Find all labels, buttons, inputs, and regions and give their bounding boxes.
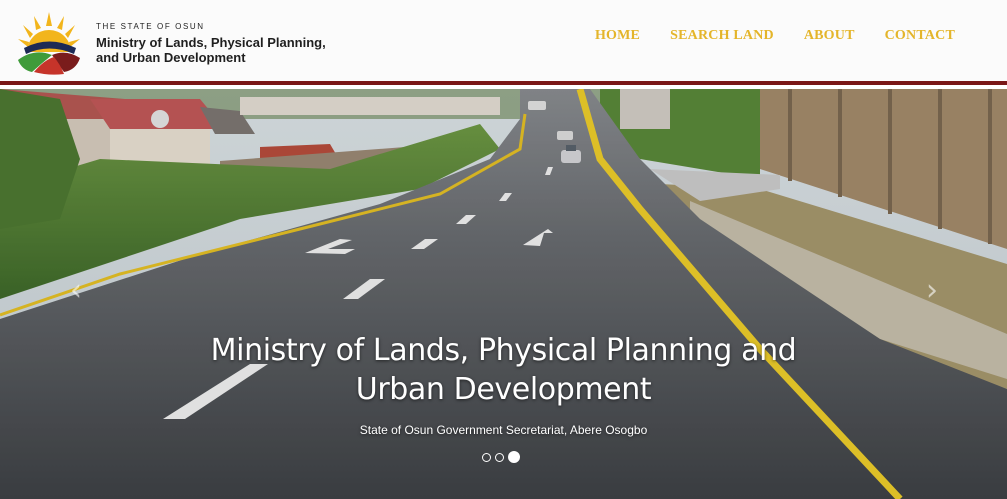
nav-home[interactable]: HOME xyxy=(595,28,640,44)
hero-title: Ministry of Lands, Physical Planning and… xyxy=(150,331,857,409)
site-header: THE STATE OF OSUN Ministry of Lands, Phy… xyxy=(0,0,1007,85)
hero-carousel: ‹ › Ministry of Lands, Physical Planning… xyxy=(0,89,1007,499)
osun-sun-logo-icon xyxy=(18,12,80,75)
nav-search-land[interactable]: SEARCH LAND xyxy=(670,28,774,44)
hero-subtitle: State of Osun Government Secretariat, Ab… xyxy=(359,423,648,437)
main-nav: HOME SEARCH LAND ABOUT CONTACT xyxy=(565,28,955,44)
hero-caption: Ministry of Lands, Physical Planning and… xyxy=(150,331,857,437)
carousel-indicators xyxy=(482,451,520,463)
brand-title-line2: and Urban Development xyxy=(96,50,246,65)
carousel-dot-1[interactable] xyxy=(482,452,491,462)
chevron-left-icon[interactable]: ‹ xyxy=(64,276,88,306)
carousel-dot-2[interactable] xyxy=(495,452,504,462)
nav-about[interactable]: ABOUT xyxy=(804,28,855,44)
carousel-dot-3[interactable] xyxy=(508,451,520,463)
hero-road-image xyxy=(0,89,1007,499)
hero-title-line2: Urban Development xyxy=(355,372,652,407)
nav-contact[interactable]: CONTACT xyxy=(885,28,955,44)
brand[interactable]: THE STATE OF OSUN Ministry of Lands, Phy… xyxy=(14,6,326,80)
brand-title-line1: Ministry of Lands, Physical Planning, xyxy=(96,35,326,50)
chevron-right-icon[interactable]: › xyxy=(920,276,944,306)
hero-title-line1: Ministry of Lands, Physical Planning and xyxy=(210,333,797,368)
brand-state: THE STATE OF OSUN xyxy=(96,22,205,31)
